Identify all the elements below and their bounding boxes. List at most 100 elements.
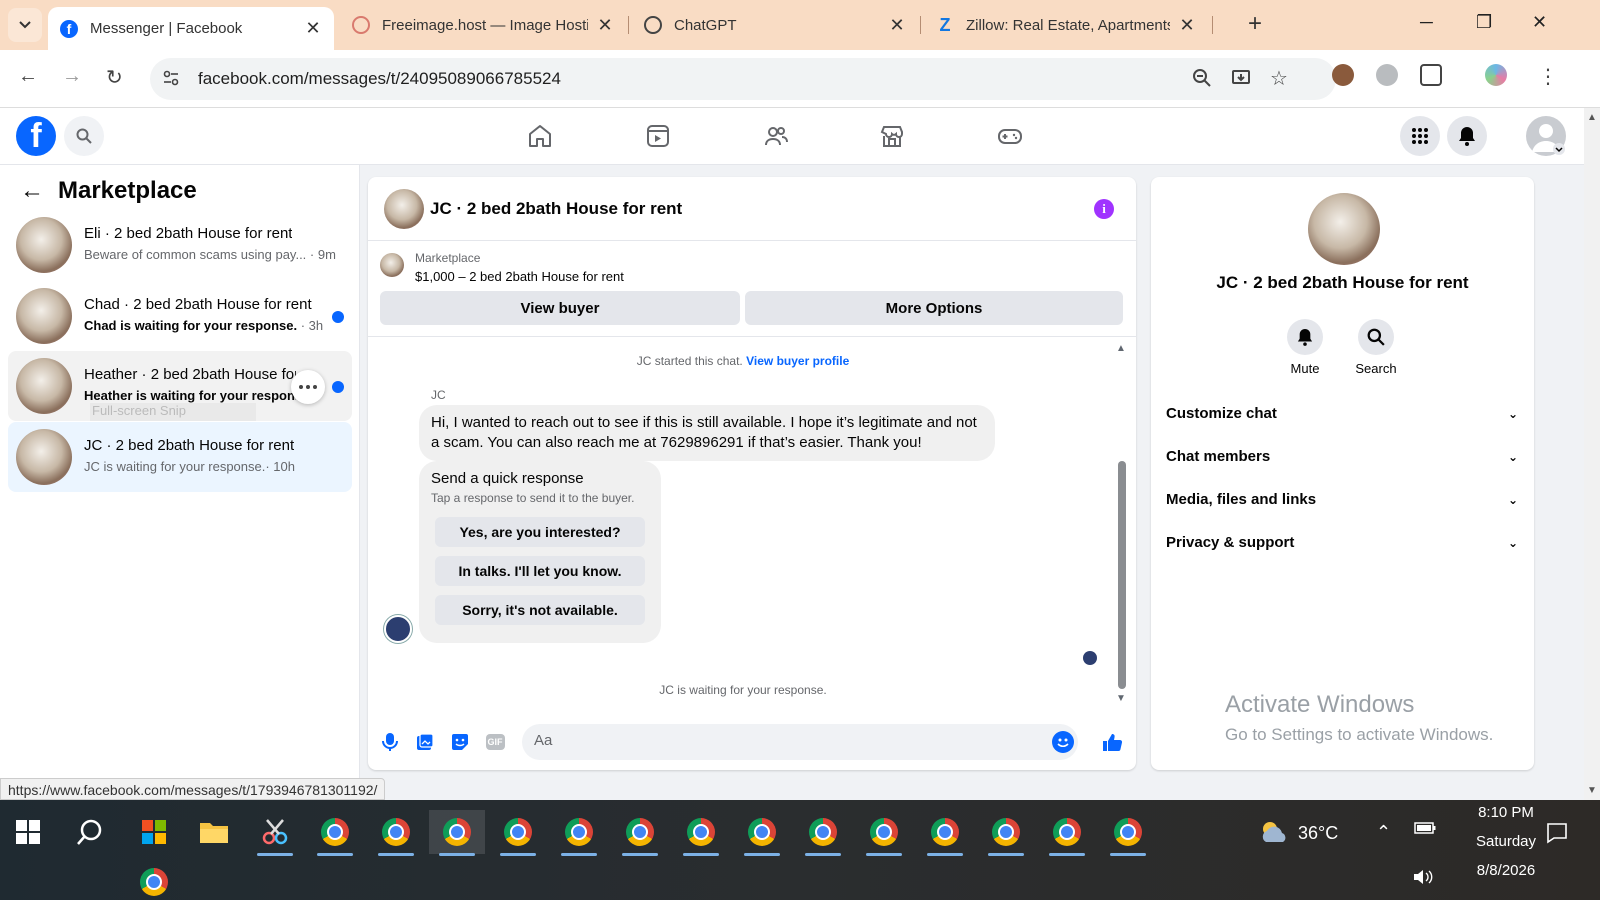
extensions-puzzle-icon[interactable]	[1420, 64, 1442, 86]
media-files-links-row[interactable]: Media, files and links ⌄	[1166, 478, 1518, 521]
chat-item-eli[interactable]: Eli · 2 bed 2bath House for rent Beware …	[8, 210, 352, 280]
facebook-logo-icon[interactable]: f	[16, 116, 56, 156]
chat-more-options-button[interactable]	[291, 370, 325, 404]
account-avatar[interactable]	[1526, 116, 1566, 156]
gif-icon[interactable]: GIF	[484, 731, 506, 753]
chrome-icon[interactable]	[307, 810, 363, 856]
home-icon[interactable]	[526, 122, 554, 150]
chrome-icon[interactable]	[673, 810, 729, 856]
scroll-up-arrow-icon[interactable]: ▲	[1116, 343, 1126, 354]
chrome-icon[interactable]	[978, 810, 1034, 856]
tab-freeimage[interactable]: Freeimage.host — Image Hostin ✕	[340, 8, 626, 42]
privacy-support-row[interactable]: Privacy & support ⌄	[1166, 521, 1518, 564]
install-app-icon[interactable]	[1231, 68, 1251, 93]
emoji-icon[interactable]	[1052, 731, 1074, 753]
volume-icon[interactable]	[1412, 868, 1434, 889]
chrome-icon[interactable]	[856, 810, 912, 856]
globe-extension-icon[interactable]	[1376, 64, 1398, 86]
chat-info-avatar[interactable]	[1308, 193, 1380, 265]
sticker-icon[interactable]	[449, 731, 471, 753]
menu-grid-button[interactable]	[1400, 116, 1440, 156]
cookie-extension-icon[interactable]	[1332, 64, 1354, 86]
weather-temperature[interactable]: 36°C	[1298, 823, 1338, 844]
tab-messenger[interactable]: f Messenger | Facebook ✕	[48, 7, 334, 50]
site-info-icon[interactable]	[162, 69, 182, 89]
sender-avatar[interactable]	[384, 615, 412, 643]
chrome-icon[interactable]	[612, 810, 668, 856]
chrome-icon[interactable]	[126, 860, 182, 900]
quick-reply-in-talks[interactable]: In talks. I'll let you know.	[435, 556, 645, 586]
scroll-up-arrow-icon[interactable]: ▲	[1587, 112, 1597, 123]
back-arrow-icon[interactable]: ←	[20, 177, 44, 205]
more-options-button[interactable]: More Options	[745, 291, 1123, 325]
taskbar-clock-date[interactable]: 8/8/2026	[1446, 862, 1566, 879]
conversation-title[interactable]: JC · 2 bed 2bath House for rent	[430, 199, 682, 219]
scroll-down-arrow-icon[interactable]: ▼	[1587, 785, 1597, 796]
file-explorer-icon[interactable]	[186, 810, 242, 854]
url-text[interactable]: facebook.com/messages/t/2409508906678552…	[198, 69, 561, 89]
like-thumb-icon[interactable]	[1101, 731, 1123, 753]
gaming-icon[interactable]	[996, 122, 1024, 150]
quick-reply-not-available[interactable]: Sorry, it's not available.	[435, 595, 645, 625]
new-tab-button[interactable]: +	[1248, 10, 1262, 38]
zoom-icon[interactable]	[1192, 68, 1212, 93]
chrome-icon[interactable]	[795, 810, 851, 856]
mute-button[interactable]: Mute	[1270, 319, 1340, 376]
forward-icon[interactable]: →	[62, 65, 82, 88]
chat-members-row[interactable]: Chat members ⌄	[1166, 435, 1518, 478]
snipping-tool-icon[interactable]	[247, 810, 303, 856]
video-icon[interactable]	[644, 122, 672, 150]
message-scrollbar[interactable]	[1118, 461, 1126, 689]
back-icon[interactable]: ←	[18, 65, 38, 88]
close-window-icon[interactable]: ✕	[1532, 12, 1547, 33]
restore-icon[interactable]: ❐	[1476, 12, 1492, 33]
windows-start-icon[interactable]	[16, 820, 40, 847]
address-bar[interactable]: facebook.com/messages/t/2409508906678552…	[150, 58, 1336, 100]
tab-zillow[interactable]: Z Zillow: Real Estate, Apartments, ✕	[924, 8, 1208, 42]
close-tab-icon[interactable]: ✕	[1178, 15, 1196, 36]
quick-reply-interested[interactable]: Yes, are you interested?	[435, 517, 645, 547]
weather-icon[interactable]	[1258, 818, 1290, 849]
marketplace-icon[interactable]	[878, 122, 906, 150]
chrome-icon[interactable]	[1039, 810, 1095, 856]
chrome-icon[interactable]	[490, 810, 546, 856]
profile-icon[interactable]	[1485, 64, 1507, 86]
tab-search-button[interactable]	[8, 8, 42, 42]
battery-icon[interactable]	[1414, 821, 1436, 837]
chrome-icon[interactable]	[917, 810, 973, 856]
minimize-icon[interactable]: ─	[1420, 12, 1433, 33]
chrome-icon[interactable]	[1100, 810, 1156, 856]
notifications-button[interactable]	[1447, 116, 1487, 156]
chat-item-jc[interactable]: JC · 2 bed 2bath House for rent JC is wa…	[8, 422, 352, 492]
chat-item-chad[interactable]: Chad · 2 bed 2bath House for rent Chad i…	[8, 281, 352, 351]
chevron-up-icon[interactable]: ⌃	[1376, 822, 1391, 843]
customize-chat-row[interactable]: Customize chat ⌄	[1166, 392, 1518, 435]
close-tab-icon[interactable]: ✕	[888, 15, 906, 36]
notification-center-icon[interactable]	[1546, 822, 1568, 847]
view-buyer-profile-link[interactable]: View buyer profile	[746, 354, 849, 368]
page-scrollbar[interactable]: ▲ ▼	[1584, 108, 1600, 800]
taskbar-search-icon[interactable]	[76, 818, 104, 849]
bookmark-star-icon[interactable]: ☆	[1270, 66, 1288, 91]
facebook-search-button[interactable]	[64, 116, 104, 156]
taskbar-clock-time[interactable]: 8:10 PM	[1446, 804, 1566, 821]
message-input[interactable]	[534, 732, 1034, 749]
photo-icon[interactable]	[414, 731, 436, 753]
chrome-icon[interactable]	[551, 810, 607, 856]
view-buyer-button[interactable]: View buyer	[380, 291, 740, 325]
tab-chatgpt[interactable]: ChatGPT ✕	[632, 8, 918, 42]
close-tab-icon[interactable]: ✕	[304, 18, 322, 39]
microsoft-store-icon[interactable]	[126, 810, 182, 854]
microphone-icon[interactable]	[379, 731, 401, 753]
scroll-down-arrow-icon[interactable]: ▼	[1116, 693, 1126, 704]
chrome-icon[interactable]	[368, 810, 424, 856]
browser-menu-icon[interactable]: ⋮	[1538, 64, 1558, 89]
search-in-chat-button[interactable]: Search	[1341, 319, 1411, 376]
chrome-icon[interactable]	[429, 810, 485, 856]
reload-icon[interactable]: ↻	[106, 65, 123, 90]
chrome-icon[interactable]	[734, 810, 790, 856]
conversation-avatar[interactable]	[384, 189, 424, 229]
info-icon[interactable]: i	[1094, 199, 1114, 219]
close-tab-icon[interactable]: ✕	[596, 15, 614, 36]
friends-icon[interactable]	[762, 122, 790, 150]
